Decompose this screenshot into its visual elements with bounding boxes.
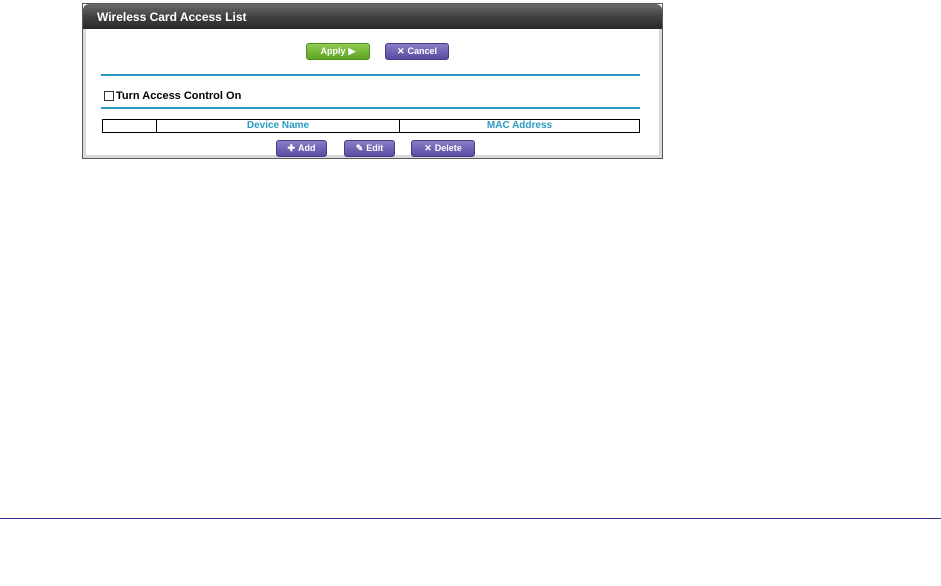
pencil-icon: ✎: [355, 143, 364, 153]
plus-icon: ✚: [287, 143, 296, 153]
access-control-label: Turn Access Control On: [116, 90, 242, 102]
panel-title: Wireless Card Access List: [97, 10, 247, 24]
edit-button-label: Edit: [366, 143, 384, 153]
column-header-select: [102, 119, 157, 133]
access-list-table: Device Name MAC Address: [102, 119, 640, 133]
panel-left-edge: [83, 29, 86, 158]
column-header-mac-address: MAC Address: [399, 119, 640, 133]
column-header-device-name: Device Name: [156, 119, 400, 133]
x-icon: ✕: [424, 143, 432, 153]
edit-button[interactable]: ✎ Edit: [344, 140, 395, 157]
page-footer-rule: [0, 518, 941, 519]
x-icon: ✕: [396, 46, 405, 56]
apply-button[interactable]: Apply ▶: [306, 43, 370, 60]
delete-button-label: Delete: [434, 143, 462, 153]
access-control-row[interactable]: Turn Access Control On: [104, 90, 241, 102]
wireless-card-access-list-panel: Wireless Card Access List Apply ▶ ✕ Canc…: [82, 3, 663, 159]
panel-titlebar: Wireless Card Access List: [83, 4, 662, 29]
play-arrow-icon: ▶: [348, 46, 356, 56]
cancel-button[interactable]: ✕ Cancel: [385, 43, 449, 60]
cancel-button-label: Cancel: [407, 46, 438, 56]
add-button-label: Add: [298, 143, 316, 153]
panel-right-edge: [659, 29, 662, 158]
delete-button[interactable]: ✕ Delete: [411, 140, 475, 157]
add-button[interactable]: ✚ Add: [276, 140, 327, 157]
table-header-row: Device Name MAC Address: [102, 119, 640, 133]
divider-bottom: [101, 107, 640, 109]
access-control-checkbox[interactable]: [104, 91, 114, 101]
apply-button-label: Apply: [320, 46, 346, 56]
divider-top: [101, 74, 640, 76]
